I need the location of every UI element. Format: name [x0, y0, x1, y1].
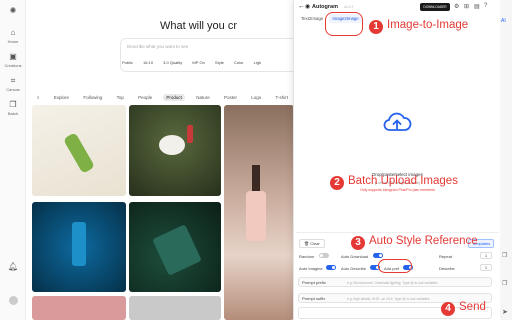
annotation-label-1: Image-to-Image [387, 19, 469, 31]
tab-text2image[interactable]: Text2Image [298, 14, 326, 23]
prompt-placeholder: Describe what you want to see [127, 44, 189, 49]
downloader-button[interactable]: DOWNLOADER [420, 3, 450, 11]
prompt-prefix-placeholder: e.g. Monochrome, Cinematic lighting, Typ… [347, 281, 438, 285]
auto-describe-label: Auto Describe [341, 266, 367, 271]
option-color[interactable]: Color [234, 60, 244, 65]
copy-icon-2[interactable]: ❐ [502, 280, 507, 287]
batch-icon: ❐ [9, 100, 17, 109]
avatar[interactable] [0, 296, 26, 306]
annotation-label-2: Batch Upload Images [348, 175, 458, 187]
gallery-image-bottom-mid[interactable] [129, 296, 221, 320]
describe-input[interactable]: 1 [480, 264, 492, 271]
home-icon: ⌂ [10, 28, 16, 37]
tab-product[interactable]: Product [163, 94, 185, 101]
gallery-image-orchid-lipstick[interactable] [129, 105, 221, 196]
ai-icon[interactable]: AI [501, 18, 506, 24]
gallery-image-cactus-bottle[interactable] [32, 105, 126, 196]
help-icon[interactable]: ? [484, 3, 487, 9]
auto-download-label: Auto Download [341, 254, 369, 259]
cloud-upload-icon [383, 112, 412, 131]
repeat-label: Repeat [439, 254, 452, 259]
gallery-image-bottom-left[interactable] [32, 296, 126, 320]
highlight-image2image [325, 12, 363, 36]
describe-label: Describe [439, 266, 455, 271]
tab-poster[interactable]: Poster [221, 94, 240, 101]
annotation-badge-4: 4 [441, 302, 455, 316]
gallery-image-wine-bottle[interactable] [224, 105, 294, 320]
gallery-tabs: ⌕ Explore Following Top People Product N… [34, 94, 298, 101]
auto-imagine-label: Auto Imagine [299, 266, 323, 271]
copy-icon[interactable]: ❐ [502, 252, 507, 259]
tab-following[interactable]: Following [80, 94, 105, 101]
nav-creations[interactable]: ▣ Creations [0, 52, 26, 68]
prompt-prefix-field[interactable]: Prompt prefix e.g. Monochrome, Cinematic… [298, 277, 492, 287]
highlight-add-pref [378, 259, 412, 273]
right-toolbar: AI ❐ ❐ ➤ [500, 0, 512, 320]
option-aspect[interactable]: 16:10 [143, 60, 153, 65]
annotation-label-4: Send [459, 301, 486, 313]
annotation-label-3: Auto Style Reference [369, 235, 478, 247]
random-toggle[interactable] [319, 253, 329, 258]
chat-icon[interactable]: ▤ [474, 3, 480, 10]
gallery-image-phone[interactable] [129, 202, 221, 292]
prompt-prefix-label: Prompt prefix [302, 280, 326, 285]
annotation-badge-2: 2 [330, 176, 344, 190]
nav-batch[interactable]: ❐ Batch [0, 100, 26, 116]
tab-nature[interactable]: Nature [193, 94, 213, 101]
back-arrow-icon[interactable]: ← [298, 3, 305, 10]
auto-imagine-toggle[interactable] [326, 265, 336, 270]
upload-dropzone[interactable]: Drop/paste/select images (Limit to 500 i… [298, 30, 497, 230]
send-icon[interactable]: ➤ [502, 308, 508, 316]
page-headline: What will you cr [160, 20, 238, 32]
notification-icon[interactable]: 🔔︎ [0, 262, 26, 273]
upload-note: Only supports Ideogram Plus/Pro plan mem… [360, 188, 435, 192]
nav-canvas[interactable]: ⌗ Canvas [0, 76, 26, 92]
annotation-badge-3: 3 [351, 236, 365, 250]
clear-button[interactable]: 🗑︎ Clear [299, 239, 325, 248]
panel-version: v1.0.7 [344, 5, 354, 9]
canvas-icon: ⌗ [10, 76, 16, 85]
option-mp[interactable]: MP On [192, 60, 204, 65]
option-light[interactable]: Ligh [254, 60, 262, 65]
nav-home[interactable]: ⌂ Home [0, 28, 26, 44]
tab-tshirt[interactable]: T-shirt [273, 94, 292, 101]
repeat-input[interactable]: 1 [480, 252, 492, 259]
annotation-badge-1: 1 [369, 20, 383, 34]
left-sidebar: ✺ ⌂ Home ▣ Creations ⌗ Canvas ❐ Batch 🔔︎ [0, 0, 26, 320]
option-quality[interactable]: 3.0 Quality [163, 60, 182, 65]
gallery-image-blue-bottle[interactable] [32, 202, 126, 292]
logo-icon[interactable]: ✺ [0, 6, 26, 17]
auto-download-toggle[interactable] [373, 253, 383, 258]
divider [296, 232, 499, 233]
settings-icon[interactable]: ⚙ [454, 3, 459, 10]
prompt-suffix-label: Prompt suffix [302, 296, 326, 301]
autogram-logo-icon: ◉ [305, 4, 311, 10]
gift-icon[interactable]: ⊞ [464, 3, 469, 10]
tab-logo[interactable]: Logo [248, 94, 264, 101]
prompt-suffix-placeholder: e.g. high details, UHD --ar 16:9, Type @… [347, 297, 430, 301]
tab-people[interactable]: People [135, 94, 155, 101]
option-public[interactable]: Public [122, 60, 133, 65]
search-icon[interactable]: ⌕ [34, 94, 43, 101]
prompt-options: Public 16:10 3.0 Quality MP On Style Col… [122, 60, 270, 69]
tab-explore[interactable]: Explore [51, 94, 72, 101]
tab-top[interactable]: Top [114, 94, 127, 101]
option-style[interactable]: Style [215, 60, 224, 65]
image-icon: ▣ [9, 52, 17, 61]
random-label: Random [299, 254, 315, 259]
panel-title: Autogram [312, 4, 338, 10]
